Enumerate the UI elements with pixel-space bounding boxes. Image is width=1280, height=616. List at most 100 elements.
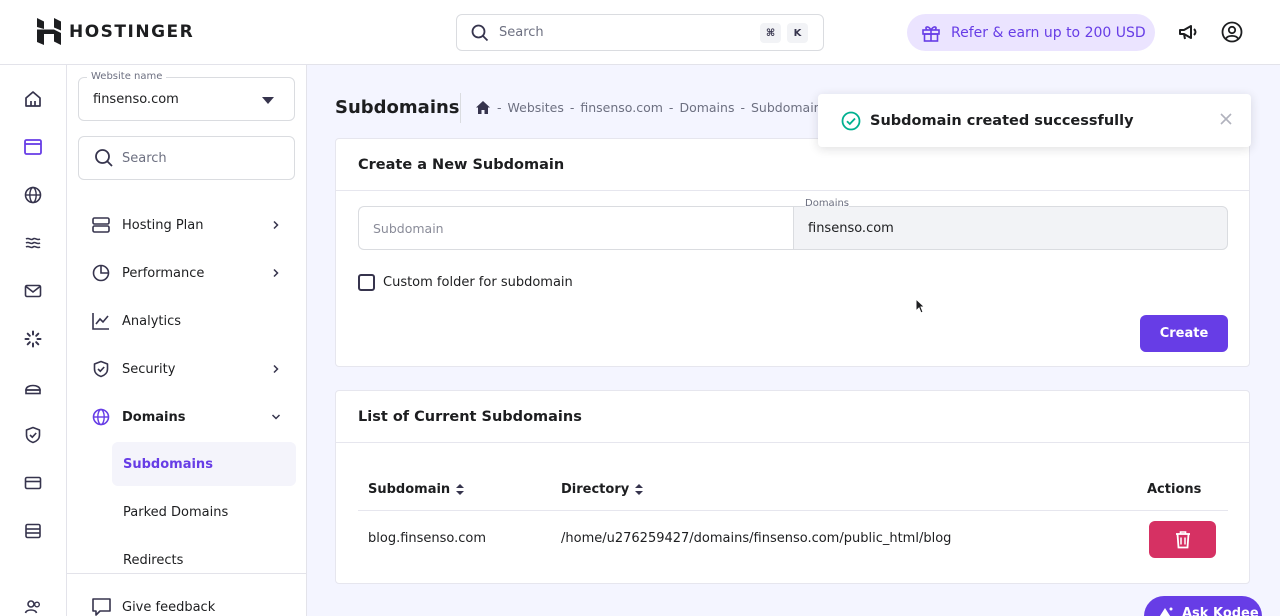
mail-icon[interactable] bbox=[21, 279, 45, 303]
breadcrumb-item-domains[interactable]: Domains bbox=[679, 100, 734, 115]
sidebar-item-label: Domains bbox=[122, 409, 186, 425]
caret-down-icon bbox=[262, 97, 274, 104]
column-subdomain[interactable]: Subdomain bbox=[368, 482, 465, 497]
breadcrumb-divider bbox=[460, 93, 461, 123]
page-title: Subdomains bbox=[335, 97, 460, 118]
megaphone-icon[interactable] bbox=[1176, 20, 1200, 44]
column-actions: Actions bbox=[1147, 482, 1202, 497]
column-directory[interactable]: Directory bbox=[561, 482, 644, 497]
breadcrumb-separator: - bbox=[740, 100, 745, 115]
sort-icon bbox=[635, 484, 644, 495]
account-icon[interactable] bbox=[1220, 20, 1244, 44]
sidebar-item-performance[interactable]: Performance bbox=[67, 249, 306, 297]
sidebar-search-placeholder: Search bbox=[122, 150, 167, 166]
website-select[interactable]: Website name finsenso.com bbox=[78, 71, 295, 121]
shortcut-key-cmd: ⌘ bbox=[760, 23, 781, 43]
top-bar: HOSTINGER Search ⌘ K Refer & earn up to … bbox=[0, 0, 1280, 65]
store-icon[interactable] bbox=[21, 519, 45, 543]
ask-kodee-button[interactable]: Ask Kodee bbox=[1144, 596, 1262, 616]
custom-folder-option[interactable]: Custom folder for subdomain bbox=[358, 274, 573, 291]
search-placeholder: Search bbox=[499, 25, 544, 40]
hosting-icon[interactable] bbox=[21, 375, 45, 399]
globe-icon bbox=[92, 408, 110, 426]
server-icon bbox=[92, 217, 110, 233]
breadcrumb-separator: - bbox=[668, 100, 674, 115]
sidebar-item-domains[interactable]: Domains bbox=[67, 393, 306, 441]
shield-check-icon[interactable] bbox=[21, 423, 45, 447]
gift-icon bbox=[922, 25, 940, 42]
shield-icon bbox=[93, 360, 109, 378]
row-directory: /home/u276259427/domains/finsenso.com/pu… bbox=[561, 531, 952, 546]
domains-select[interactable]: finsenso.com bbox=[793, 206, 1228, 250]
chart-line-icon bbox=[92, 313, 109, 330]
sidebar: WordPress Website name finsenso.com Sear… bbox=[67, 65, 307, 616]
chevron-down-icon bbox=[271, 414, 281, 420]
sidebar-item-label: Performance bbox=[122, 265, 205, 281]
ask-kodee-label: Ask Kodee bbox=[1182, 606, 1259, 616]
globe-icon[interactable] bbox=[21, 183, 45, 207]
custom-folder-checkbox[interactable] bbox=[358, 274, 375, 291]
create-subdomain-card: Create a New Subdomain Subdomain finsens… bbox=[335, 138, 1250, 367]
delete-subdomain-button[interactable] bbox=[1149, 521, 1216, 558]
sidebar-item-hosting-plan[interactable]: Hosting Plan bbox=[67, 201, 306, 249]
layers-icon[interactable] bbox=[21, 231, 45, 255]
close-icon[interactable] bbox=[1219, 112, 1233, 126]
subdomain-list-title: List of Current Subdomains bbox=[336, 391, 1249, 443]
domains-label: Domains bbox=[805, 198, 850, 209]
kodee-icon bbox=[1159, 607, 1173, 616]
breadcrumb-separator: - bbox=[497, 100, 502, 115]
toast-message: Subdomain created successfully bbox=[870, 112, 1134, 129]
sidebar-item-label: Hosting Plan bbox=[122, 217, 204, 233]
subdomain-input[interactable]: Subdomain bbox=[358, 206, 794, 250]
hostinger-logo-icon bbox=[37, 18, 61, 45]
sidebar-item-label: Analytics bbox=[122, 313, 182, 329]
icon-rail bbox=[0, 65, 67, 616]
sidebar-subitem-parked-domains[interactable]: Parked Domains bbox=[112, 490, 296, 534]
shortcut-key-k: K bbox=[787, 23, 808, 43]
gauge-icon bbox=[92, 264, 110, 282]
breadcrumb-item-websites[interactable]: Websites bbox=[508, 100, 564, 115]
column-subdomain-label: Subdomain bbox=[368, 482, 451, 497]
logo-text: HOSTINGER bbox=[69, 21, 195, 42]
breadcrumb-item-site[interactable]: finsenso.com bbox=[580, 100, 663, 115]
trash-icon bbox=[1175, 531, 1190, 549]
home-icon[interactable] bbox=[475, 100, 491, 115]
websites-icon[interactable] bbox=[21, 135, 45, 159]
chevron-right-icon bbox=[273, 268, 279, 278]
success-toast: Subdomain created successfully bbox=[818, 94, 1251, 147]
search-icon bbox=[471, 24, 489, 41]
feedback-icon bbox=[92, 598, 111, 616]
create-button[interactable]: Create bbox=[1140, 315, 1228, 352]
breadcrumb: - Websites - finsenso.com - Domains - Su… bbox=[475, 100, 828, 115]
search-icon bbox=[95, 149, 113, 167]
users-icon[interactable] bbox=[21, 595, 45, 616]
website-select-value: finsenso.com bbox=[93, 92, 179, 107]
refer-label: Refer & earn up to 200 USD bbox=[951, 24, 1146, 41]
billing-icon[interactable] bbox=[21, 471, 45, 495]
column-directory-label: Directory bbox=[561, 482, 630, 497]
hostinger-logo[interactable]: HOSTINGER bbox=[37, 18, 194, 45]
give-feedback-label: Give feedback bbox=[122, 600, 216, 615]
mouse-cursor-icon bbox=[915, 298, 925, 314]
custom-folder-label: Custom folder for subdomain bbox=[383, 275, 573, 290]
global-search-input[interactable]: Search ⌘ K bbox=[456, 14, 824, 51]
chevron-right-icon bbox=[273, 364, 279, 374]
row-subdomain: blog.finsenso.com bbox=[368, 531, 487, 546]
sidebar-subitem-subdomains[interactable]: Subdomains bbox=[112, 442, 296, 486]
website-select-label: Website name bbox=[87, 71, 167, 82]
sidebar-item-analytics[interactable]: Analytics bbox=[67, 297, 306, 345]
sidebar-item-security[interactable]: Security bbox=[67, 345, 306, 393]
refer-earn-button[interactable]: Refer & earn up to 200 USD bbox=[907, 14, 1155, 51]
loader-icon[interactable] bbox=[21, 327, 45, 351]
give-feedback-button[interactable]: Give feedback bbox=[67, 573, 306, 616]
subdomain-list-card: List of Current Subdomains Subdomain Dir… bbox=[335, 390, 1250, 584]
home-icon[interactable] bbox=[21, 87, 45, 111]
breadcrumb-separator: - bbox=[569, 100, 575, 115]
sort-icon bbox=[456, 484, 465, 495]
chevron-right-icon bbox=[273, 220, 279, 230]
breadcrumb-item-subdomains: Subdomains bbox=[750, 100, 829, 115]
check-circle-icon bbox=[841, 111, 861, 130]
sidebar-item-label: Security bbox=[122, 361, 176, 377]
sidebar-search-input[interactable]: Search bbox=[78, 136, 295, 180]
table-header: Subdomain Directory Actions bbox=[358, 471, 1228, 511]
